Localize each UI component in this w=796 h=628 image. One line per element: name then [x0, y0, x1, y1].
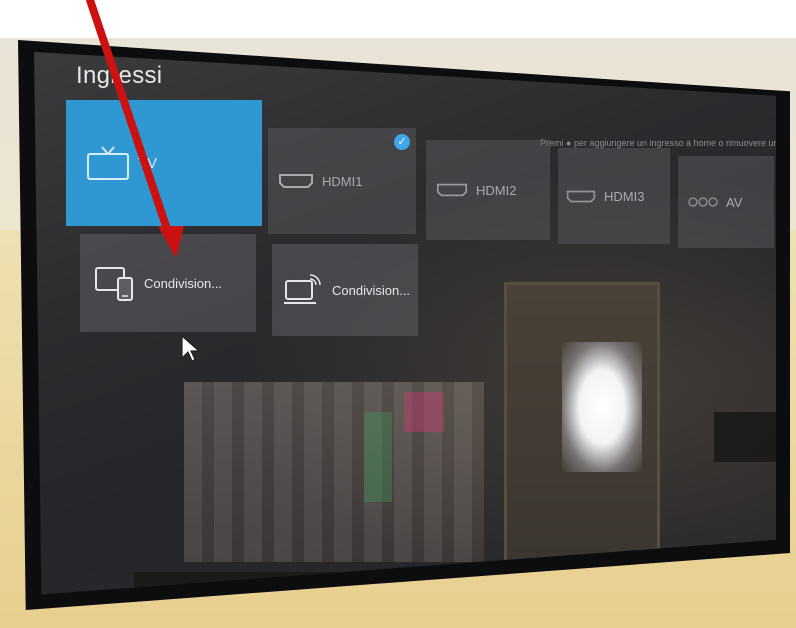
mouse-cursor-icon	[181, 334, 201, 362]
input-label: HDMI1	[322, 173, 363, 189]
hdmi-icon	[279, 174, 313, 188]
input-tile-hdmi1[interactable]: HDMI1 ✓	[268, 128, 416, 234]
input-tile-av[interactable]: AV	[678, 156, 774, 248]
hdmi-icon	[436, 183, 468, 197]
screen-share-devices-icon	[95, 267, 133, 301]
input-label: TV	[138, 154, 158, 172]
tv-screen: Ingressi Premi ● per aggiungere un ingre…	[34, 52, 776, 595]
connected-check-icon: ✓	[394, 134, 410, 150]
photo-background: Ingressi Premi ● per aggiungere un ingre…	[0, 0, 796, 628]
input-tile-wireless-display[interactable]: Condivision...	[272, 244, 418, 336]
av-icon	[688, 197, 718, 207]
hint-text: Premi ● per aggiungere un ingresso a hom…	[540, 138, 776, 148]
inputs-menu: Ingressi Premi ● per aggiungere un ingre…	[34, 52, 776, 595]
input-label: Condivision...	[332, 282, 411, 298]
wireless-display-icon	[284, 274, 321, 304]
input-tile-screen-share[interactable]: Condivision...	[80, 234, 256, 332]
hint-label: Premi ● per aggiungere un ingresso a hom…	[540, 138, 776, 148]
input-label: HDMI3	[604, 188, 645, 204]
page-title: Ingressi	[76, 62, 163, 89]
input-label: Condivision...	[144, 275, 223, 291]
input-label: AV	[726, 194, 743, 210]
input-tile-tv[interactable]: TV	[66, 100, 262, 226]
input-tile-hdmi2[interactable]: HDMI2	[426, 140, 550, 240]
input-label: HDMI2	[476, 182, 517, 198]
hdmi-icon	[566, 190, 596, 202]
tv-icon	[87, 146, 129, 180]
input-tile-hdmi3[interactable]: HDMI3	[558, 148, 670, 244]
